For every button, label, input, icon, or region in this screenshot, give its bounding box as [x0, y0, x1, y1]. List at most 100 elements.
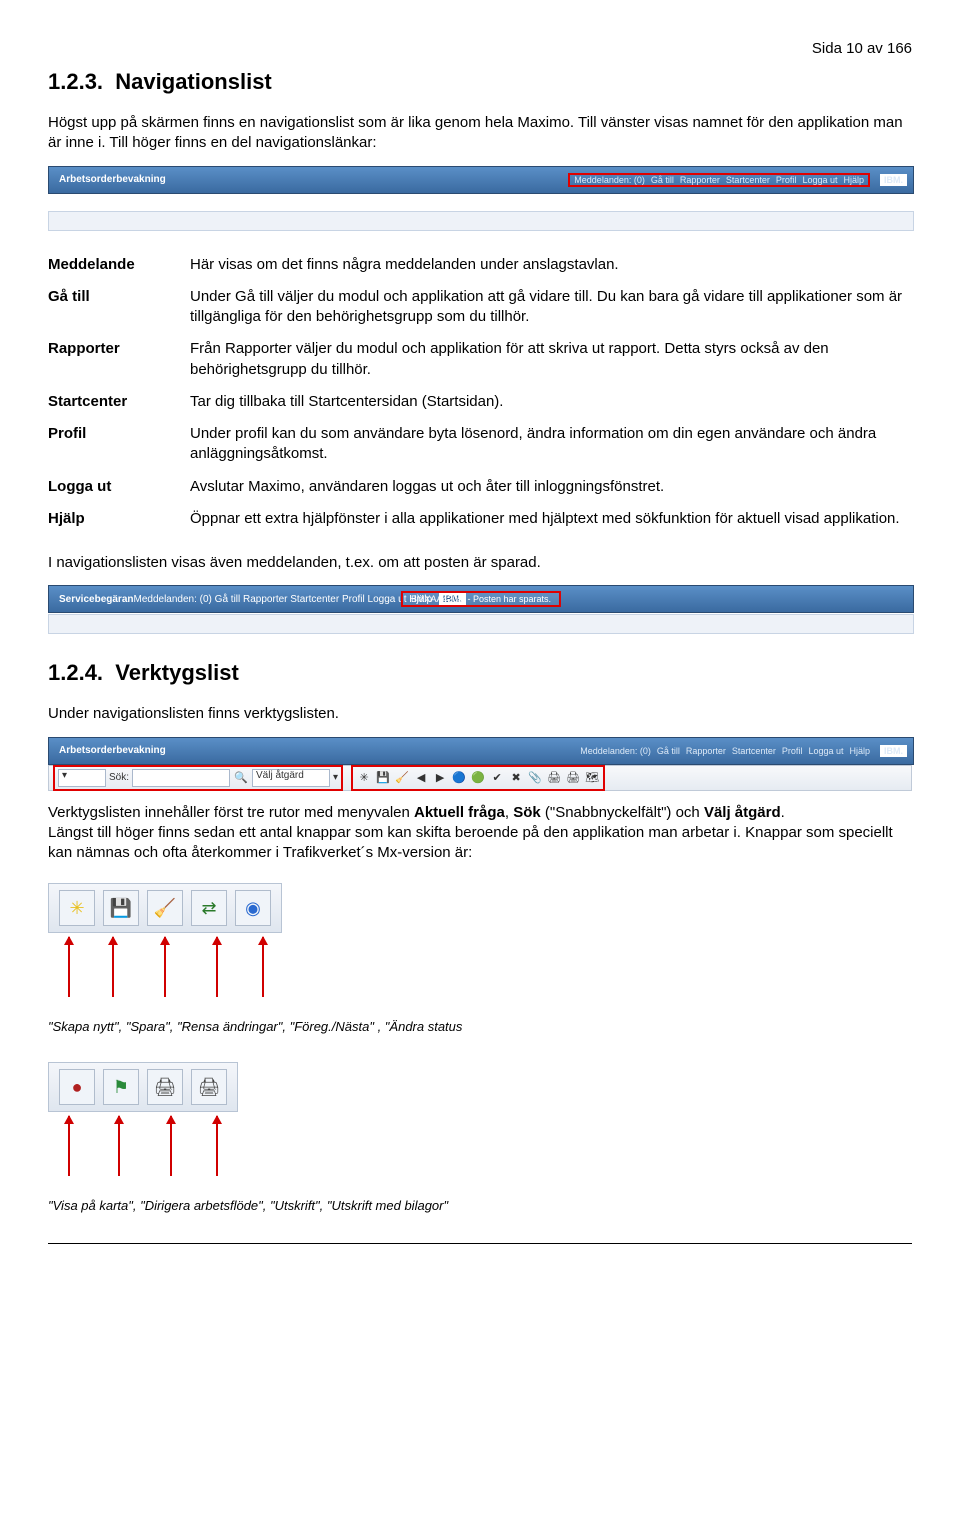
next-icon[interactable]: ▶ [432, 770, 448, 786]
print-with-attachments-icon[interactable]: 🖨 [191, 1069, 227, 1105]
section-1-heading: 1.2.3. Navigationslist [48, 69, 912, 95]
prev-next-icon[interactable]: ⇄ [191, 890, 227, 926]
def-row: StartcenterTar dig tillbaka till Startce… [48, 386, 912, 418]
attach-icon[interactable]: 📎 [527, 770, 543, 786]
nav-link[interactable]: Rapporter [686, 746, 726, 756]
ibm-logo: IBM. [880, 745, 907, 757]
route-icon[interactable]: 🟢 [470, 770, 486, 786]
bold-text: Aktuell fråga [414, 804, 505, 821]
new-icon[interactable]: ✳ [59, 890, 95, 926]
chevron-down-icon[interactable]: ▾ [333, 772, 338, 783]
nav-link[interactable]: Logga ut [802, 175, 837, 185]
nav-link[interactable]: Meddelanden: (0) [574, 175, 645, 185]
ibm-logo: IBM. [880, 174, 907, 186]
nav-link[interactable]: Rapporter [243, 594, 287, 605]
arrows-2 [48, 1116, 268, 1196]
section-2-heading: 1.2.4. Verktygslist [48, 660, 912, 686]
navbar-screenshot-2: Servicebegäran BMXAA4205I - Posten har s… [48, 585, 914, 613]
new-icon[interactable]: ✳ [356, 770, 372, 786]
def-desc: Här visas om det finns några meddelanden… [190, 249, 912, 281]
prev-icon[interactable]: ◀ [413, 770, 429, 786]
icon-strip-2: ● ⚑ 🖨 🖨 [48, 1062, 238, 1112]
print-icon[interactable]: 🖨 [147, 1069, 183, 1105]
toolbar-screenshot: Arbetsorderbevakning Meddelanden: (0) Gå… [48, 737, 912, 791]
nav-link[interactable]: Profil [342, 594, 365, 605]
clear-icon[interactable]: 🧹 [394, 770, 410, 786]
nav-app-title-3: Arbetsorderbevakning [49, 745, 166, 756]
select-action-dropdown[interactable]: Välj åtgärd [252, 769, 330, 787]
toolbar-row: ▾ Sök: 🔍 Välj åtgärd ▾ ✳ 💾 🧹 ◀ ▶ 🔵 🟢 ✔ ✖… [48, 765, 912, 791]
def-term: Rapporter [48, 333, 190, 386]
after-table-text: I navigationslisten visas även meddeland… [48, 553, 912, 573]
nav-link[interactable]: Profil [776, 175, 797, 185]
save-icon[interactable]: 💾 [103, 890, 139, 926]
nav-links-highlight: Meddelanden: (0) Gå till Rapporter Start… [568, 173, 870, 187]
text: . [781, 804, 785, 821]
nav-link[interactable]: Rapporter [680, 175, 720, 185]
nav-link[interactable]: Startcenter [726, 175, 770, 185]
nav-links-group-3: Meddelanden: (0) Gå till Rapporter Start… [580, 745, 907, 757]
nav-app-title: Arbetsorderbevakning [49, 174, 166, 185]
def-desc: Öppnar ett extra hjälpfönster i alla app… [190, 503, 912, 535]
nav-link[interactable]: Logga ut [808, 746, 843, 756]
toolbar-left-highlight: ▾ Sök: 🔍 Välj åtgärd ▾ [53, 765, 343, 791]
def-desc: Tar dig tillbaka till Startcentersidan (… [190, 386, 912, 418]
route-workflow-icon[interactable]: ⚑ [103, 1069, 139, 1105]
def-desc: Avslutar Maximo, användaren loggas ut oc… [190, 471, 912, 503]
change-status-icon[interactable]: ◉ [235, 890, 271, 926]
nav-app-title-2: Servicebegäran [49, 594, 134, 605]
text: Längst till höger finns sedan ett antal … [48, 824, 893, 861]
def-desc: Under Gå till väljer du modul och applik… [190, 281, 912, 334]
reject-icon[interactable]: ✖ [508, 770, 524, 786]
nav-links-group: Meddelanden: (0) Gå till Rapporter Start… [568, 173, 907, 187]
msgbar-toolbar-strip [48, 614, 914, 634]
section-1-number: 1.2.3. [48, 69, 103, 94]
def-term: Startcenter [48, 386, 190, 418]
def-term: Meddelande [48, 249, 190, 281]
status-icon[interactable]: 🔵 [451, 770, 467, 786]
navbar-screenshot-1: Arbetsorderbevakning Meddelanden: (0) Gå… [48, 166, 914, 194]
nav-link[interactable]: Startcenter [732, 746, 776, 756]
map-icon[interactable]: ● [59, 1069, 95, 1105]
definitions-table: MeddelandeHär visas om det finns några m… [48, 249, 912, 536]
clear-changes-icon[interactable]: 🧹 [147, 890, 183, 926]
map-icon[interactable]: 🗺 [584, 770, 600, 786]
page-number: Sida 10 av 166 [48, 40, 912, 57]
section-2-intro: Under navigationslisten finns verktygsli… [48, 704, 912, 724]
save-icon[interactable]: 💾 [375, 770, 391, 786]
search-icon[interactable]: 🔍 [233, 770, 249, 786]
page-footer-rule [48, 1243, 912, 1244]
nav-link[interactable]: Gå till [657, 746, 680, 756]
nav-link[interactable]: Gå till [651, 175, 674, 185]
section-1-intro: Högst upp på skärmen finns en navigation… [48, 113, 912, 154]
def-desc: Under profil kan du som användare byta l… [190, 418, 912, 471]
text: ("Snabbnyckelfält") och [541, 804, 704, 821]
current-query-dropdown[interactable]: ▾ [58, 769, 106, 787]
bold-text: Välj åtgärd [704, 804, 781, 821]
print-icon[interactable]: 🖨 [565, 770, 581, 786]
nav-link[interactable]: Startcenter [290, 594, 339, 605]
text: Verktygslisten innehåller först tre ruto… [48, 804, 414, 821]
section-1-title: Navigationslist [115, 69, 271, 94]
def-term: Logga ut [48, 471, 190, 503]
section-2-number: 1.2.4. [48, 660, 103, 685]
toolbar-description: Verktygslisten innehåller först tre ruto… [48, 803, 912, 864]
nav-link[interactable]: Meddelanden: (0) [580, 746, 651, 756]
def-desc: Från Rapporter väljer du modul och appli… [190, 333, 912, 386]
nav-link[interactable]: Profil [782, 746, 803, 756]
def-term: Gå till [48, 281, 190, 334]
section-2-title: Verktygslist [115, 660, 239, 685]
nav-link[interactable]: Meddelanden: (0) [134, 594, 212, 605]
nav-link[interactable]: Hjälp [843, 175, 864, 185]
print-icon[interactable]: 🖨 [546, 770, 562, 786]
approve-icon[interactable]: ✔ [489, 770, 505, 786]
sok-label: Sök: [109, 772, 129, 783]
nav-link[interactable]: Gå till [215, 594, 241, 605]
nav-link[interactable]: Hjälp [849, 746, 870, 756]
def-row: HjälpÖppnar ett extra hjälpfönster i all… [48, 503, 912, 535]
def-row: Gå tillUnder Gå till väljer du modul och… [48, 281, 912, 334]
search-input[interactable] [132, 769, 230, 787]
def-row: ProfilUnder profil kan du som användare … [48, 418, 912, 471]
bold-text: Sök [513, 804, 541, 821]
def-term: Profil [48, 418, 190, 471]
